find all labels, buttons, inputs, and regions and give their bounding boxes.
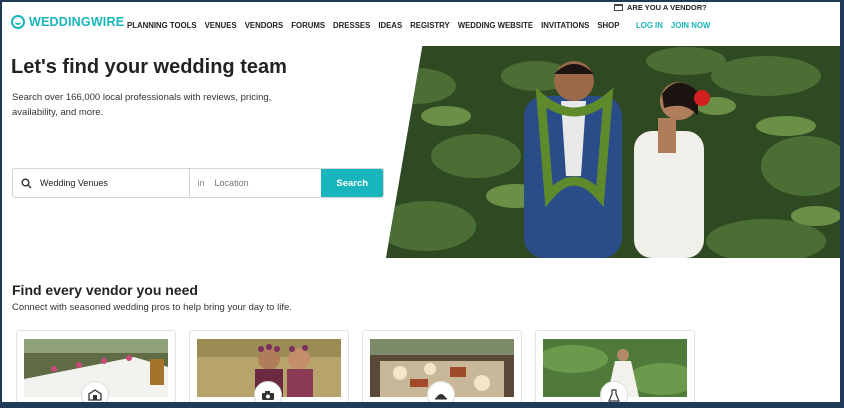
nav-registry[interactable]: REGISTRY — [410, 21, 450, 30]
logo-icon — [11, 15, 25, 29]
in-label: in — [197, 178, 205, 188]
nav-dresses[interactable]: DRESSES — [333, 21, 370, 30]
vendor-card-caterers[interactable] — [362, 330, 522, 404]
location-field[interactable]: in — [190, 169, 322, 197]
search-bar: in Search — [12, 168, 384, 198]
login-link[interactable]: LOG IN — [636, 21, 663, 30]
vendor-card-photographers[interactable] — [189, 330, 349, 404]
site-header: WEDDINGWIRE PLANNING TOOLS VENUES VENDOR… — [2, 2, 840, 47]
nav-venues[interactable]: VENUES — [205, 21, 237, 30]
search-button[interactable]: Search — [321, 169, 383, 197]
nav-shop[interactable]: SHOP — [597, 21, 619, 30]
vendor-question-label: ARE YOU A VENDOR? — [627, 3, 707, 12]
nav-ideas[interactable]: IDEAS — [378, 21, 402, 30]
auth-links: LOG IN JOIN NOW — [636, 21, 710, 30]
venue-icon — [81, 381, 109, 404]
vendor-category-cards — [16, 330, 695, 404]
join-now-link[interactable]: JOIN NOW — [671, 21, 710, 30]
nav-wedding-website[interactable]: WEDDING WEBSITE — [458, 21, 533, 30]
hero-title: Let's find your wedding team — [11, 56, 287, 78]
dress-icon — [600, 381, 628, 404]
browser-viewport: WEDDINGWIRE PLANNING TOOLS VENUES VENDOR… — [2, 2, 840, 404]
vendor-card-dresses[interactable] — [535, 330, 695, 404]
hero-couple-photo — [386, 46, 840, 258]
window-bottom-border — [0, 402, 844, 408]
catering-icon — [427, 381, 455, 404]
storefront-icon — [614, 4, 623, 11]
search-icon — [21, 177, 33, 189]
vendor-section-subtitle: Connect with seasoned wedding pros to he… — [12, 302, 292, 313]
nav-planning-tools[interactable]: PLANNING TOOLS — [127, 21, 197, 30]
logo[interactable]: WEDDINGWIRE — [11, 15, 124, 29]
nav-vendors[interactable]: VENDORS — [245, 21, 284, 30]
vendor-link[interactable]: ARE YOU A VENDOR? — [614, 3, 707, 12]
camera-icon — [254, 381, 282, 404]
main-nav: PLANNING TOOLS VENUES VENDORS FORUMS DRE… — [127, 21, 619, 30]
nav-invitations[interactable]: INVITATIONS — [541, 21, 589, 30]
vendor-section-title: Find every vendor you need — [12, 282, 198, 298]
vendor-card-venues[interactable] — [16, 330, 176, 404]
vendor-search-field[interactable] — [13, 169, 190, 197]
nav-forums[interactable]: FORUMS — [291, 21, 325, 30]
location-input[interactable] — [212, 177, 317, 189]
logo-text: WEDDINGWIRE — [29, 15, 125, 29]
vendor-search-input[interactable] — [38, 177, 182, 189]
hero-subtitle: Search over 166,000 local professionals … — [12, 92, 272, 118]
